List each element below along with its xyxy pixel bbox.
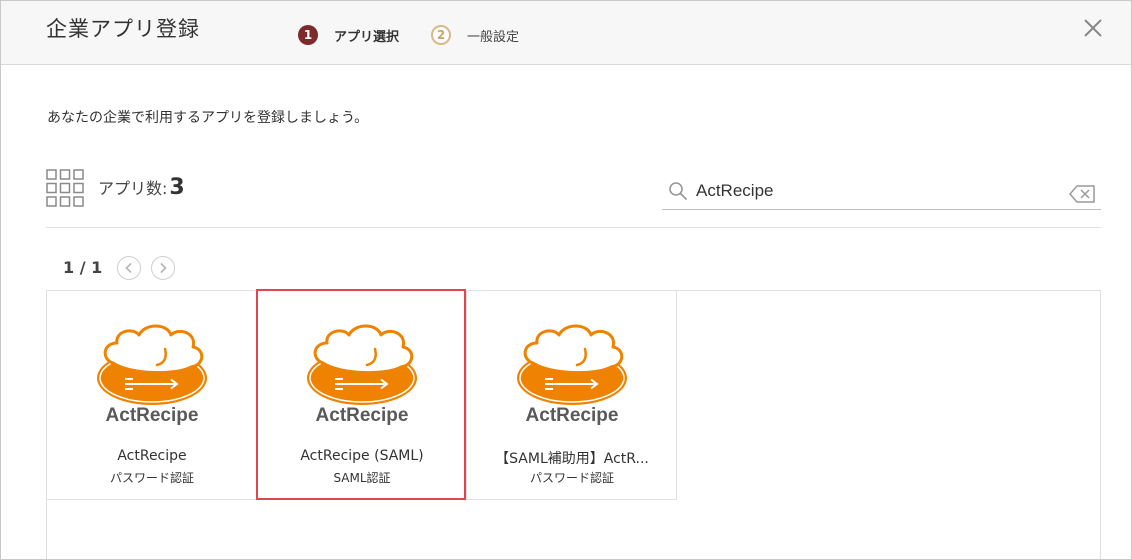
page-indicator: 1 / 1 <box>63 258 103 277</box>
search-input[interactable] <box>696 178 1056 204</box>
close-icon <box>1084 19 1102 37</box>
app-card-actrecipe[interactable]: ActRecipe ActRecipe パスワード認証 <box>47 291 257 500</box>
actrecipe-logo-icon: ActRecipe <box>517 324 627 426</box>
app-card-saml-helper[interactable]: ActRecipe 【SAML補助用】ActR... パスワード認証 <box>467 291 677 500</box>
step-number: 1 <box>298 25 318 45</box>
prev-page-button[interactable] <box>117 256 141 280</box>
actrecipe-logo-icon: ActRecipe <box>307 324 417 426</box>
dialog-title: 企業アプリ登録 <box>46 17 200 41</box>
app-count-value: 3 <box>169 175 185 200</box>
app-name: 【SAML補助用】ActR... <box>495 451 649 467</box>
next-page-button[interactable] <box>151 256 175 280</box>
grid-view-icon[interactable] <box>46 169 84 207</box>
page-description: あなたの企業で利用するアプリを登録しましょう。 <box>47 110 369 126</box>
app-card-actrecipe-saml[interactable]: ActRecipe ActRecipe (SAML) SAML認証 <box>257 291 467 500</box>
app-name: ActRecipe <box>117 448 187 464</box>
app-register-dialog: 企業アプリ登録 1 アプリ選択 2 一般設定 あなたの企業で利用するアプリを登録… <box>0 0 1132 560</box>
app-count-label: アプリ数: <box>98 179 168 198</box>
actrecipe-logo-icon: ActRecipe <box>97 324 207 426</box>
close-button[interactable] <box>1082 17 1104 39</box>
step-general-settings: 2 一般設定 <box>431 24 519 46</box>
chevron-left-icon <box>125 262 132 274</box>
dialog-header: 企業アプリ登録 1 アプリ選択 2 一般設定 <box>1 1 1131 65</box>
logo-wordmark: ActRecipe <box>526 405 619 426</box>
app-count: アプリ数: 3 <box>98 175 185 200</box>
search-box <box>662 178 1101 210</box>
step-label: アプリ選択 <box>334 29 400 45</box>
chevron-right-icon <box>160 262 167 274</box>
step-number: 2 <box>431 25 451 45</box>
app-auth-type: SAML認証 <box>333 471 391 485</box>
logo-wordmark: ActRecipe <box>316 405 409 426</box>
search-icon <box>669 182 687 200</box>
step-app-select: 1 アプリ選択 <box>298 24 399 46</box>
app-auth-type: パスワード認証 <box>529 471 614 485</box>
app-name: ActRecipe (SAML) <box>300 448 424 464</box>
step-label: 一般設定 <box>467 29 520 45</box>
app-grid: ActRecipe ActRecipe パスワード認証 ActRecipe Ac… <box>46 290 1101 559</box>
logo-wordmark: ActRecipe <box>106 405 199 426</box>
section-divider <box>46 227 1101 228</box>
clear-input-icon[interactable] <box>1069 185 1096 203</box>
app-auth-type: パスワード認証 <box>109 471 194 485</box>
